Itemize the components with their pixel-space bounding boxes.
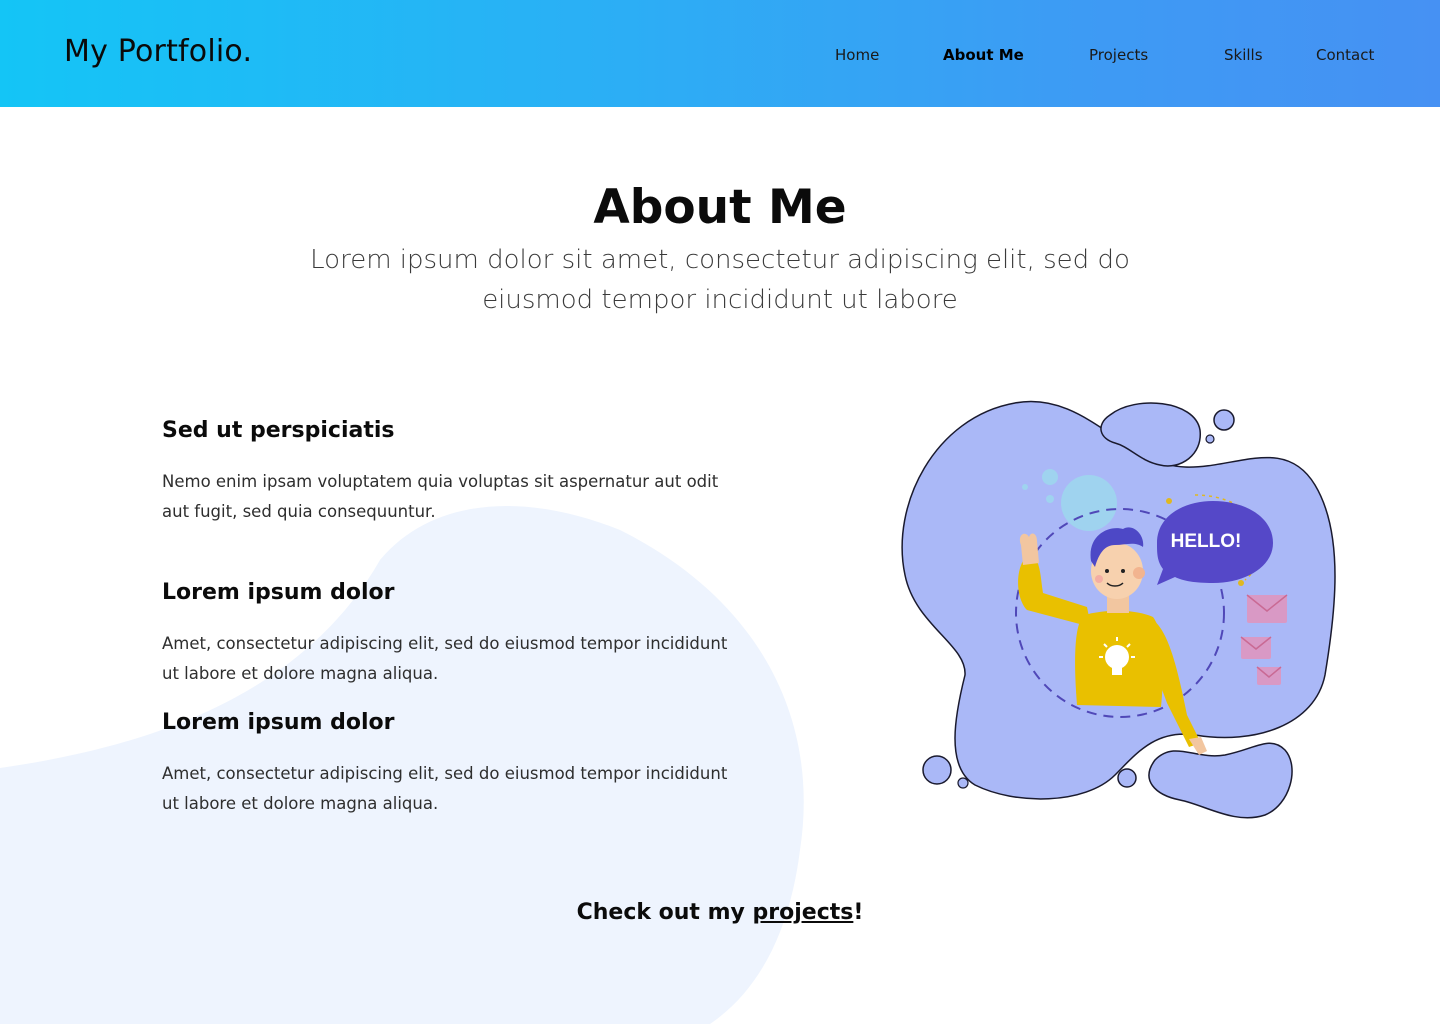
hello-illustration: HELLO!	[901, 400, 1336, 819]
nav-contact[interactable]: Contact	[1316, 46, 1374, 64]
page-subtitle: Lorem ipsum dolor sit amet, consectetur …	[310, 245, 1130, 315]
illustration-blob-bottom	[1148, 742, 1293, 819]
section-text-1: Nemo enim ipsam voluptatem quia voluptas…	[162, 472, 719, 521]
page-title: About Me	[593, 180, 847, 235]
nav-projects[interactable]: Projects	[1089, 46, 1148, 64]
projects-link[interactable]: projects	[753, 900, 854, 925]
nav-skills[interactable]: Skills	[1224, 46, 1263, 64]
section-text-3: Amet, consectetur adipiscing elit, sed d…	[162, 764, 728, 813]
top-header: My Portfolio. Home About Me Projects Ski…	[0, 0, 1440, 107]
site-logo[interactable]: My Portfolio.	[64, 34, 252, 69]
cta-text: Check out my projects!	[0, 900, 1440, 925]
section-text-2: Amet, consectetur adipiscing elit, sed d…	[162, 634, 728, 683]
speech-bubble-text: HELLO!	[1171, 531, 1242, 552]
cta-prefix: Check out my	[576, 900, 753, 925]
nav-home[interactable]: Home	[835, 46, 879, 64]
section-heading-2: Lorem ipsum dolor	[162, 580, 395, 605]
section-heading-1: Sed ut perspiciatis	[162, 418, 395, 443]
cta-suffix: !	[853, 900, 864, 925]
nav-about-me[interactable]: About Me	[943, 46, 1024, 64]
section-heading-3: Lorem ipsum dolor	[162, 710, 395, 735]
